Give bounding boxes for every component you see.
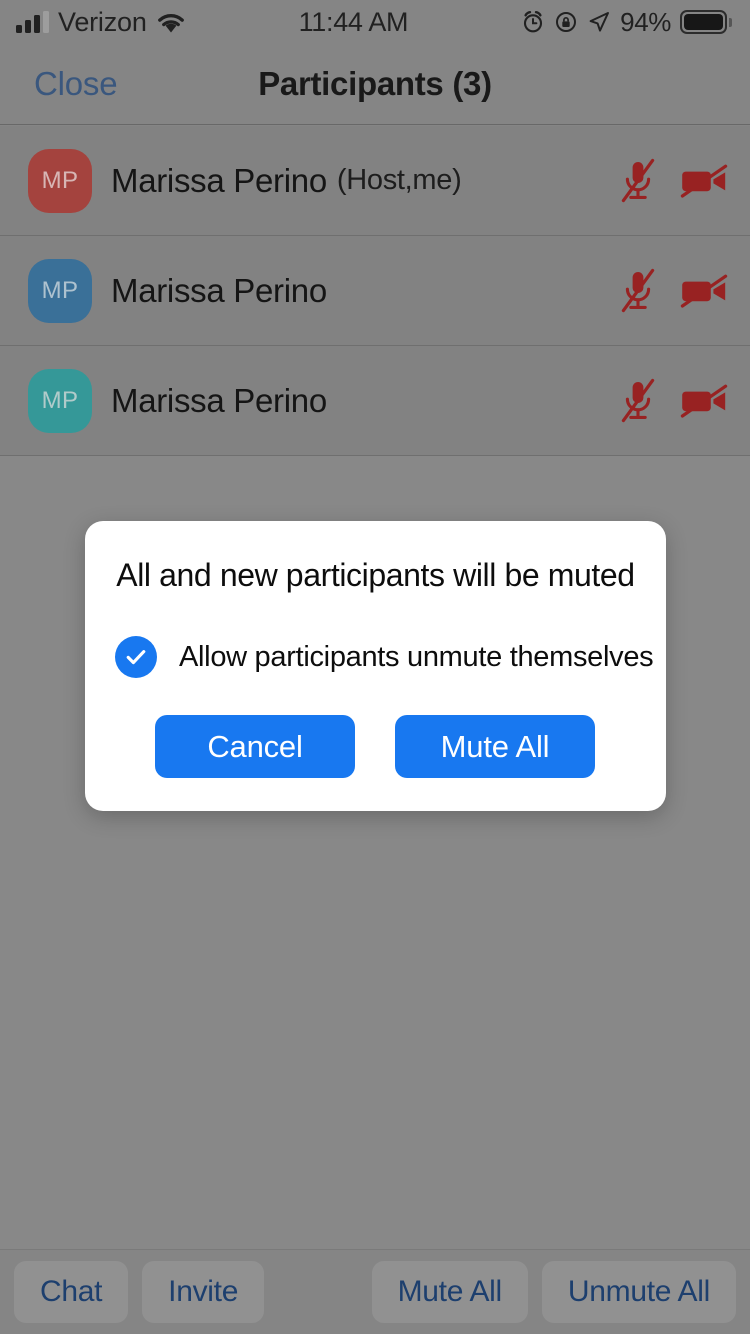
cancel-button[interactable]: Cancel [155, 715, 355, 778]
unmute-all-button[interactable]: Unmute All [541, 1261, 736, 1323]
check-icon [126, 650, 146, 665]
allow-unmute-row[interactable]: Allow participants unmute themselves [85, 636, 666, 678]
toolbar-left-group: Chat Invite [14, 1261, 265, 1323]
app-screen: Verizon 11:44 AM 94% Close Participants … [0, 0, 750, 1334]
dialog-title: All and new participants will be muted [116, 557, 635, 593]
mute-all-confirm-button[interactable]: Mute All [395, 715, 595, 778]
allow-unmute-checkbox[interactable] [115, 636, 157, 678]
invite-button[interactable]: Invite [142, 1261, 265, 1323]
chat-button[interactable]: Chat [14, 1261, 129, 1323]
bottom-toolbar: Chat Invite Mute All Unmute All [0, 1249, 750, 1334]
mute-all-dialog: All and new participants will be muted A… [85, 521, 666, 811]
dialog-actions: Cancel Mute All [85, 715, 666, 778]
mute-all-button[interactable]: Mute All [371, 1261, 528, 1323]
allow-unmute-label: Allow participants unmute themselves [179, 640, 654, 673]
toolbar-right-group: Mute All Unmute All [371, 1261, 736, 1323]
